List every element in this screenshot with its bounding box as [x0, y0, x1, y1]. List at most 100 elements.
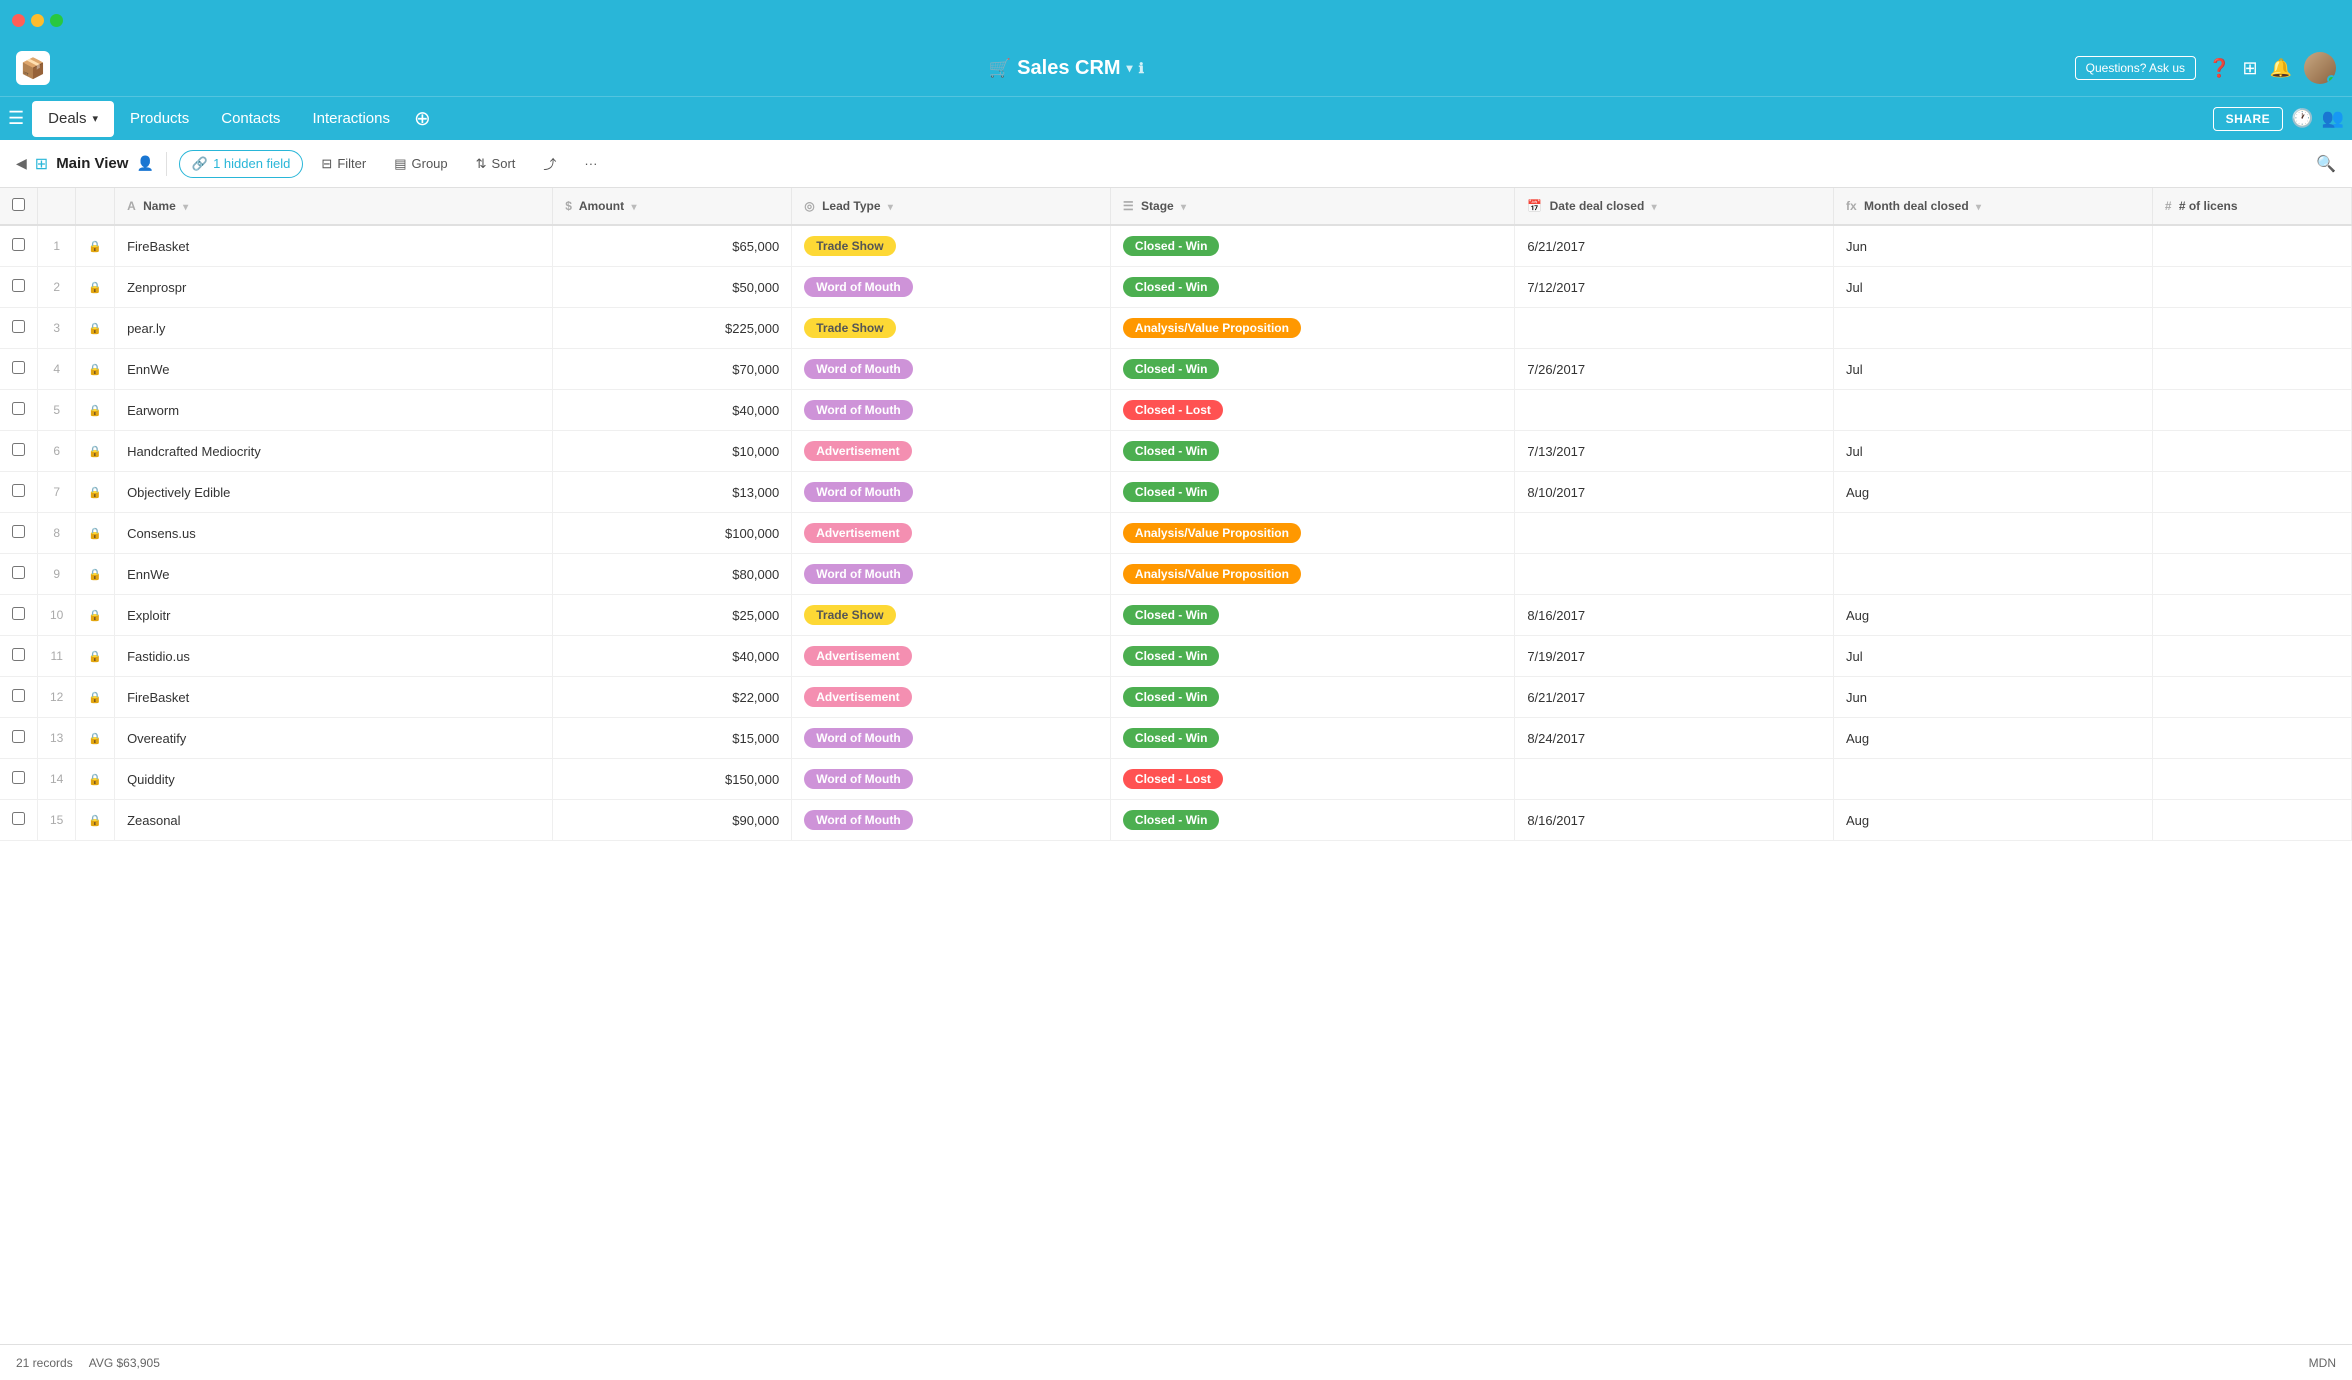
row-checkbox-cell[interactable]: [0, 390, 38, 431]
row-checkbox-cell[interactable]: [0, 225, 38, 267]
row-checkbox[interactable]: [12, 607, 25, 620]
minimize-button[interactable]: [31, 14, 44, 27]
maximize-button[interactable]: [50, 14, 63, 27]
row-checkbox-cell[interactable]: [0, 677, 38, 718]
notifications-icon[interactable]: 🔔: [2270, 58, 2292, 79]
row-checkbox-cell[interactable]: [0, 513, 38, 554]
row-checkbox[interactable]: [12, 402, 25, 415]
lead-type-badge: Word of Mouth: [804, 769, 912, 789]
select-all-checkbox[interactable]: [12, 198, 25, 211]
hamburger-icon[interactable]: ☰: [8, 108, 24, 129]
nav-tab-deals-dropdown[interactable]: ▾: [93, 112, 99, 125]
table-row[interactable]: 1 🔒 FireBasket $65,000 Trade Show Closed…: [0, 225, 2352, 267]
nav-tab-contacts[interactable]: Contacts: [205, 101, 296, 137]
row-checkbox[interactable]: [12, 771, 25, 784]
name-sort-arrow[interactable]: ▾: [183, 202, 188, 213]
table-row[interactable]: 8 🔒 Consens.us $100,000 Advertisement An…: [0, 513, 2352, 554]
stage-cell: Closed - Win: [1110, 267, 1514, 308]
table-row[interactable]: 10 🔒 Exploitr $25,000 Trade Show Closed …: [0, 595, 2352, 636]
row-checkbox[interactable]: [12, 484, 25, 497]
row-checkbox[interactable]: [12, 443, 25, 456]
hidden-field-button[interactable]: 🔗 1 hidden field: [179, 150, 304, 178]
row-checkbox-cell[interactable]: [0, 267, 38, 308]
table-row[interactable]: 7 🔒 Objectively Edible $13,000 Word of M…: [0, 472, 2352, 513]
table-row[interactable]: 12 🔒 FireBasket $22,000 Advertisement Cl…: [0, 677, 2352, 718]
row-checkbox-cell[interactable]: [0, 431, 38, 472]
table-row[interactable]: 6 🔒 Handcrafted Mediocrity $10,000 Adver…: [0, 431, 2352, 472]
row-checkbox[interactable]: [12, 279, 25, 292]
row-checkbox-cell[interactable]: [0, 800, 38, 841]
row-checkbox[interactable]: [12, 320, 25, 333]
table-row[interactable]: 11 🔒 Fastidio.us $40,000 Advertisement C…: [0, 636, 2352, 677]
row-checkbox-cell[interactable]: [0, 308, 38, 349]
row-checkbox-cell[interactable]: [0, 636, 38, 677]
add-tab-button[interactable]: ⊕: [406, 106, 439, 131]
month-sort-arrow[interactable]: ▾: [1976, 202, 1981, 213]
ask-us-button[interactable]: Questions? Ask us: [2075, 56, 2196, 80]
row-checkbox[interactable]: [12, 648, 25, 661]
row-checkbox-cell[interactable]: [0, 718, 38, 759]
table-row[interactable]: 3 🔒 pear.ly $225,000 Trade Show Analysis…: [0, 308, 2352, 349]
lead-type-header[interactable]: ◎ Lead Type ▾: [792, 188, 1111, 225]
users-icon[interactable]: 👥: [2322, 108, 2344, 129]
table-row[interactable]: 9 🔒 EnnWe $80,000 Word of Mouth Analysis…: [0, 554, 2352, 595]
filter-button[interactable]: ⊟ Filter: [311, 151, 376, 177]
close-button[interactable]: [12, 14, 25, 27]
title-dropdown-arrow[interactable]: ▾: [1127, 61, 1133, 75]
collapse-button[interactable]: ◀: [16, 155, 27, 172]
date-sort-arrow[interactable]: ▾: [1652, 202, 1657, 213]
more-button[interactable]: ···: [574, 151, 607, 176]
row-checkbox-cell[interactable]: [0, 595, 38, 636]
amount-header[interactable]: $ Amount ▾: [553, 188, 792, 225]
sort-button[interactable]: ⇅ Sort: [466, 151, 526, 177]
info-icon[interactable]: ℹ: [1139, 60, 1144, 77]
grid-view-icon[interactable]: ⊞: [35, 154, 48, 174]
row-number: 11: [38, 636, 76, 677]
row-checkbox[interactable]: [12, 525, 25, 538]
row-checkbox[interactable]: [12, 730, 25, 743]
name-cell: EnnWe: [115, 349, 553, 390]
row-checkbox-cell[interactable]: [0, 554, 38, 595]
table-container[interactable]: A Name ▾ $ Amount ▾ ◎ Lead Type ▾ ☰ Stag…: [0, 188, 2352, 1344]
group-members-icon[interactable]: 👤: [136, 155, 153, 172]
table-row[interactable]: 13 🔒 Overeatify $15,000 Word of Mouth Cl…: [0, 718, 2352, 759]
table-row[interactable]: 5 🔒 Earworm $40,000 Word of Mouth Closed…: [0, 390, 2352, 431]
table-row[interactable]: 4 🔒 EnnWe $70,000 Word of Mouth Closed -…: [0, 349, 2352, 390]
avatar[interactable]: [2304, 52, 2336, 84]
row-checkbox[interactable]: [12, 238, 25, 251]
stage-header[interactable]: ☰ Stage ▾: [1110, 188, 1514, 225]
amount-cell: $40,000: [553, 636, 792, 677]
nav-tab-products[interactable]: Products: [114, 101, 205, 137]
row-checkbox-cell[interactable]: [0, 349, 38, 390]
name-header[interactable]: A Name ▾: [115, 188, 553, 225]
licenses-header[interactable]: # # of licens: [2152, 188, 2351, 225]
nav-tab-interactions[interactable]: Interactions: [296, 101, 406, 137]
group-button[interactable]: ▤ Group: [384, 151, 457, 177]
share-button[interactable]: SHARE: [2213, 107, 2284, 131]
table-row[interactable]: 2 🔒 Zenprospr $50,000 Word of Mouth Clos…: [0, 267, 2352, 308]
table-row[interactable]: 15 🔒 Zeasonal $90,000 Word of Mouth Clos…: [0, 800, 2352, 841]
row-checkbox[interactable]: [12, 689, 25, 702]
apps-icon[interactable]: ⊞: [2242, 58, 2257, 79]
row-checkbox-cell[interactable]: [0, 472, 38, 513]
table-row[interactable]: 14 🔒 Quiddity $150,000 Word of Mouth Clo…: [0, 759, 2352, 800]
amount-sort-arrow[interactable]: ▾: [631, 202, 636, 213]
help-icon[interactable]: ❓: [2208, 58, 2230, 79]
checkbox-header[interactable]: [0, 188, 38, 225]
lock-cell: 🔒: [76, 554, 115, 595]
search-icon[interactable]: 🔍: [2316, 156, 2336, 173]
row-checkbox-cell[interactable]: [0, 759, 38, 800]
export-button[interactable]: ⤴: [533, 149, 566, 178]
licenses-cell: [2152, 677, 2351, 718]
lead-type-sort-arrow[interactable]: ▾: [888, 202, 893, 213]
month-closed-header[interactable]: fx Month deal closed ▾: [1833, 188, 2152, 225]
stage-col-icon: ☰: [1123, 199, 1134, 213]
nav-tab-deals[interactable]: Deals ▾: [32, 101, 114, 137]
date-closed-header[interactable]: 📅 Date deal closed ▾: [1515, 188, 1834, 225]
row-checkbox[interactable]: [12, 812, 25, 825]
stage-sort-arrow[interactable]: ▾: [1181, 202, 1186, 213]
row-checkbox[interactable]: [12, 361, 25, 374]
history-icon[interactable]: 🕐: [2291, 108, 2313, 129]
row-checkbox[interactable]: [12, 566, 25, 579]
lead-type-cell: Advertisement: [792, 636, 1111, 677]
